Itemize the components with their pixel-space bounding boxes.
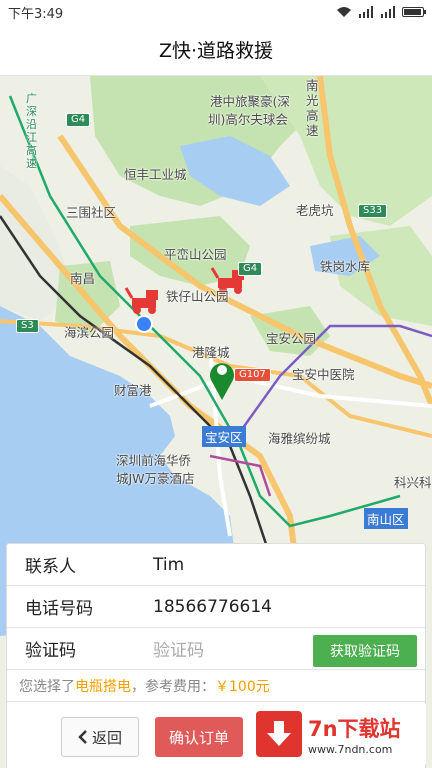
highway-shield: S3 [16,319,39,333]
map-label: 铁岗水库 [320,259,371,274]
app-screen: 下午3:49 Z快·道路救援 港中旅聚豪(深 圳)高尔夫球会 恒丰工业城 三围社… [0,0,432,768]
status-icons [336,6,426,18]
map-label: 三围社区 [66,205,117,220]
map-label: 宝安公园 [266,331,317,346]
chevron-left-icon [78,730,87,744]
phone-row: 电话号码 18566776614 [7,586,425,628]
tow-truck-icon[interactable] [124,287,158,314]
phone-label: 电话号码 [25,599,93,619]
map-label: 海雅缤纷城 [268,431,331,446]
title-bar: Z快·道路救援 [0,24,432,76]
current-location-icon [135,315,153,333]
highway-shield: G4 [238,262,263,276]
map-label: 财富港 [114,383,152,398]
watermark-url: www.7ndn.com [308,742,393,756]
battery-icon [402,7,426,17]
map-label: 宝安中医院 [292,367,355,382]
fee-value: ￥100元 [215,678,270,695]
signal-icon [359,6,373,18]
fee-label: ，参考费用： [131,678,215,695]
phone-field[interactable]: 18566776614 [153,597,425,617]
map-label: 港中旅聚豪(深 [210,94,290,109]
map-label: 圳)高尔夫球会 [208,112,288,127]
map-label: 恒丰工业城 [124,167,187,182]
service-info: 您选择了 电瓶搭电 ，参考费用： ￥100元 [7,670,425,702]
contact-field[interactable]: Tim [153,555,425,575]
service-name: 电瓶搭电 [75,678,131,695]
district-label: 宝安区 [202,426,246,447]
contact-label: 联系人 [25,557,76,577]
code-label: 验证码 [25,641,76,661]
map-label: 平峦山公园 [164,247,227,262]
back-button[interactable]: 返回 [61,717,139,757]
map-label: 老虎坑 [296,203,334,218]
map-label: 深圳前海华侨 [116,453,192,468]
map-label: 广深沿江高速 [26,92,37,170]
district-label: 南山区 [364,508,408,529]
highway-shield: S33 [358,204,388,218]
wifi-icon [337,7,351,17]
map-label: 港隆城 [192,345,230,360]
watermark-title: 7n下载站 [308,716,401,741]
contact-row: 联系人 Tim [7,544,425,586]
status-time: 下午3:49 [8,6,64,22]
map-label: 铁仔山公园 [166,289,229,304]
status-bar: 下午3:49 [0,0,432,24]
map-label: 城JW万豪酒店 [116,471,195,486]
back-button-label: 返回 [91,728,122,747]
confirm-order-button[interactable]: 确认订单 [155,717,243,757]
map-label: 南光高速 [306,78,319,138]
map-label: 科兴科 [394,475,432,490]
watermark: 7n下载站 www.7ndn.com [254,704,426,764]
signal-icon-2 [381,6,395,18]
info-prefix: 您选择了 [19,678,75,695]
page-title: Z快·道路救援 [158,40,274,62]
highway-shield: G107 [234,368,271,382]
highway-shield: G4 [66,113,91,127]
download-icon [256,711,302,757]
get-code-button[interactable]: 获取验证码 [313,635,417,667]
map-label: 海滨公园 [64,325,115,340]
map-label: 南昌 [70,271,96,286]
